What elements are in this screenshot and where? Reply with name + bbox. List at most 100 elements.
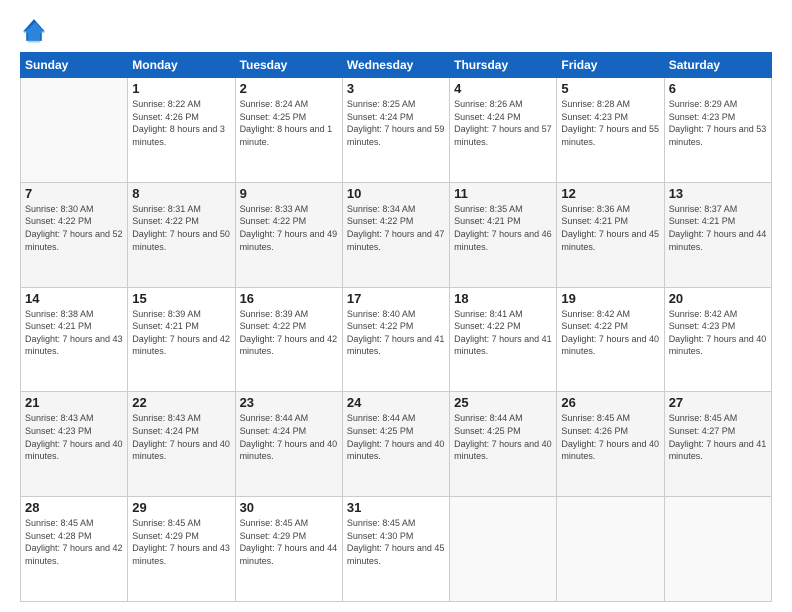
- day-number: 30: [240, 500, 338, 515]
- day-number: 19: [561, 291, 659, 306]
- day-info: Sunrise: 8:40 AMSunset: 4:22 PMDaylight:…: [347, 308, 445, 358]
- calendar-cell: 5 Sunrise: 8:28 AMSunset: 4:23 PMDaylight…: [557, 78, 664, 183]
- weekday-header: Thursday: [450, 53, 557, 78]
- calendar-cell: 2 Sunrise: 8:24 AMSunset: 4:25 PMDaylight…: [235, 78, 342, 183]
- day-info: Sunrise: 8:37 AMSunset: 4:21 PMDaylight:…: [669, 203, 767, 253]
- day-info: Sunrise: 8:42 AMSunset: 4:22 PMDaylight:…: [561, 308, 659, 358]
- day-info: Sunrise: 8:34 AMSunset: 4:22 PMDaylight:…: [347, 203, 445, 253]
- day-info: Sunrise: 8:25 AMSunset: 4:24 PMDaylight:…: [347, 98, 445, 148]
- calendar-cell: 25 Sunrise: 8:44 AMSunset: 4:25 PMDayligh…: [450, 392, 557, 497]
- calendar-cell: 31 Sunrise: 8:45 AMSunset: 4:30 PMDayligh…: [342, 497, 449, 602]
- calendar-cell: 29Sunrise: 8:45 AMSunset: 4:29 PMDayligh…: [128, 497, 235, 602]
- calendar-cell: 27 Sunrise: 8:45 AMSunset: 4:27 PMDayligh…: [664, 392, 771, 497]
- day-number: 9: [240, 186, 338, 201]
- calendar-week-row: 21 Sunrise: 8:43 AMSunset: 4:23 PMDayligh…: [21, 392, 772, 497]
- day-number: 4: [454, 81, 552, 96]
- day-info: Sunrise: 8:33 AMSunset: 4:22 PMDaylight:…: [240, 203, 338, 253]
- day-number: 10: [347, 186, 445, 201]
- day-info: Sunrise: 8:45 AMSunset: 4:28 PMDaylight:…: [25, 517, 123, 567]
- day-info: Sunrise: 8:45 AMSunset: 4:27 PMDaylight:…: [669, 412, 767, 462]
- day-number: 14: [25, 291, 123, 306]
- calendar-week-row: 1 Sunrise: 8:22 AMSunset: 4:26 PMDaylight…: [21, 78, 772, 183]
- calendar-cell: 17 Sunrise: 8:40 AMSunset: 4:22 PMDayligh…: [342, 287, 449, 392]
- calendar-cell: 13 Sunrise: 8:37 AMSunset: 4:21 PMDayligh…: [664, 182, 771, 287]
- day-number: 17: [347, 291, 445, 306]
- calendar-cell: 23Sunrise: 8:44 AMSunset: 4:24 PMDayligh…: [235, 392, 342, 497]
- day-number: 1: [132, 81, 230, 96]
- weekday-header: Monday: [128, 53, 235, 78]
- day-number: 11: [454, 186, 552, 201]
- calendar-cell: 15Sunrise: 8:39 AMSunset: 4:21 PMDayligh…: [128, 287, 235, 392]
- weekday-header: Friday: [557, 53, 664, 78]
- calendar-cell: 12Sunrise: 8:36 AMSunset: 4:21 PMDayligh…: [557, 182, 664, 287]
- day-number: 28: [25, 500, 123, 515]
- day-info: Sunrise: 8:36 AMSunset: 4:21 PMDaylight:…: [561, 203, 659, 253]
- day-number: 13: [669, 186, 767, 201]
- calendar-cell: 3 Sunrise: 8:25 AMSunset: 4:24 PMDaylight…: [342, 78, 449, 183]
- weekday-header: Wednesday: [342, 53, 449, 78]
- day-info: Sunrise: 8:35 AMSunset: 4:21 PMDaylight:…: [454, 203, 552, 253]
- day-info: Sunrise: 8:44 AMSunset: 4:25 PMDaylight:…: [454, 412, 552, 462]
- day-info: Sunrise: 8:44 AMSunset: 4:25 PMDaylight:…: [347, 412, 445, 462]
- day-number: 22: [132, 395, 230, 410]
- day-info: Sunrise: 8:38 AMSunset: 4:21 PMDaylight:…: [25, 308, 123, 358]
- calendar-cell: [21, 78, 128, 183]
- calendar-cell: 7 Sunrise: 8:30 AMSunset: 4:22 PMDaylight…: [21, 182, 128, 287]
- calendar-cell: 20 Sunrise: 8:42 AMSunset: 4:23 PMDayligh…: [664, 287, 771, 392]
- day-number: 24: [347, 395, 445, 410]
- day-number: 18: [454, 291, 552, 306]
- day-number: 26: [561, 395, 659, 410]
- day-number: 7: [25, 186, 123, 201]
- calendar-cell: 10 Sunrise: 8:34 AMSunset: 4:22 PMDayligh…: [342, 182, 449, 287]
- calendar-cell: 11 Sunrise: 8:35 AMSunset: 4:21 PMDayligh…: [450, 182, 557, 287]
- day-info: Sunrise: 8:39 AMSunset: 4:22 PMDaylight:…: [240, 308, 338, 358]
- calendar-cell: 22 Sunrise: 8:43 AMSunset: 4:24 PMDayligh…: [128, 392, 235, 497]
- logo-icon: [20, 16, 48, 44]
- day-info: Sunrise: 8:39 AMSunset: 4:21 PMDaylight:…: [132, 308, 230, 358]
- calendar-cell: 21 Sunrise: 8:43 AMSunset: 4:23 PMDayligh…: [21, 392, 128, 497]
- day-info: Sunrise: 8:41 AMSunset: 4:22 PMDaylight:…: [454, 308, 552, 358]
- calendar-cell: [664, 497, 771, 602]
- calendar-header-row: SundayMondayTuesdayWednesdayThursdayFrid…: [21, 53, 772, 78]
- calendar-cell: [557, 497, 664, 602]
- day-number: 21: [25, 395, 123, 410]
- page: SundayMondayTuesdayWednesdayThursdayFrid…: [0, 0, 792, 612]
- day-info: Sunrise: 8:43 AMSunset: 4:24 PMDaylight:…: [132, 412, 230, 462]
- calendar-cell: 28 Sunrise: 8:45 AMSunset: 4:28 PMDayligh…: [21, 497, 128, 602]
- calendar-cell: 9 Sunrise: 8:33 AMSunset: 4:22 PMDaylight…: [235, 182, 342, 287]
- day-info: Sunrise: 8:42 AMSunset: 4:23 PMDaylight:…: [669, 308, 767, 358]
- day-info: Sunrise: 8:45 AMSunset: 4:29 PMDaylight:…: [240, 517, 338, 567]
- calendar-cell: 26Sunrise: 8:45 AMSunset: 4:26 PMDayligh…: [557, 392, 664, 497]
- day-info: Sunrise: 8:28 AMSunset: 4:23 PMDaylight:…: [561, 98, 659, 148]
- weekday-header: Sunday: [21, 53, 128, 78]
- calendar-cell: 8Sunrise: 8:31 AMSunset: 4:22 PMDaylight…: [128, 182, 235, 287]
- calendar-cell: 6Sunrise: 8:29 AMSunset: 4:23 PMDaylight…: [664, 78, 771, 183]
- calendar-cell: 1 Sunrise: 8:22 AMSunset: 4:26 PMDaylight…: [128, 78, 235, 183]
- weekday-header: Tuesday: [235, 53, 342, 78]
- day-number: 3: [347, 81, 445, 96]
- day-info: Sunrise: 8:30 AMSunset: 4:22 PMDaylight:…: [25, 203, 123, 253]
- weekday-header: Saturday: [664, 53, 771, 78]
- calendar-cell: 16Sunrise: 8:39 AMSunset: 4:22 PMDayligh…: [235, 287, 342, 392]
- calendar-cell: 19 Sunrise: 8:42 AMSunset: 4:22 PMDayligh…: [557, 287, 664, 392]
- day-info: Sunrise: 8:29 AMSunset: 4:23 PMDaylight:…: [669, 98, 767, 148]
- calendar-cell: 30 Sunrise: 8:45 AMSunset: 4:29 PMDayligh…: [235, 497, 342, 602]
- day-number: 20: [669, 291, 767, 306]
- calendar-week-row: 14 Sunrise: 8:38 AMSunset: 4:21 PMDayligh…: [21, 287, 772, 392]
- day-info: Sunrise: 8:22 AMSunset: 4:26 PMDaylight:…: [132, 98, 230, 148]
- day-number: 25: [454, 395, 552, 410]
- day-number: 27: [669, 395, 767, 410]
- calendar-cell: 24 Sunrise: 8:44 AMSunset: 4:25 PMDayligh…: [342, 392, 449, 497]
- day-info: Sunrise: 8:45 AMSunset: 4:29 PMDaylight:…: [132, 517, 230, 567]
- header: [20, 16, 772, 44]
- day-number: 5: [561, 81, 659, 96]
- calendar-cell: 14 Sunrise: 8:38 AMSunset: 4:21 PMDayligh…: [21, 287, 128, 392]
- calendar-week-row: 7 Sunrise: 8:30 AMSunset: 4:22 PMDaylight…: [21, 182, 772, 287]
- calendar-week-row: 28 Sunrise: 8:45 AMSunset: 4:28 PMDayligh…: [21, 497, 772, 602]
- day-number: 2: [240, 81, 338, 96]
- day-number: 31: [347, 500, 445, 515]
- calendar-cell: 4Sunrise: 8:26 AMSunset: 4:24 PMDaylight…: [450, 78, 557, 183]
- day-info: Sunrise: 8:43 AMSunset: 4:23 PMDaylight:…: [25, 412, 123, 462]
- day-info: Sunrise: 8:45 AMSunset: 4:30 PMDaylight:…: [347, 517, 445, 567]
- day-info: Sunrise: 8:24 AMSunset: 4:25 PMDaylight:…: [240, 98, 338, 148]
